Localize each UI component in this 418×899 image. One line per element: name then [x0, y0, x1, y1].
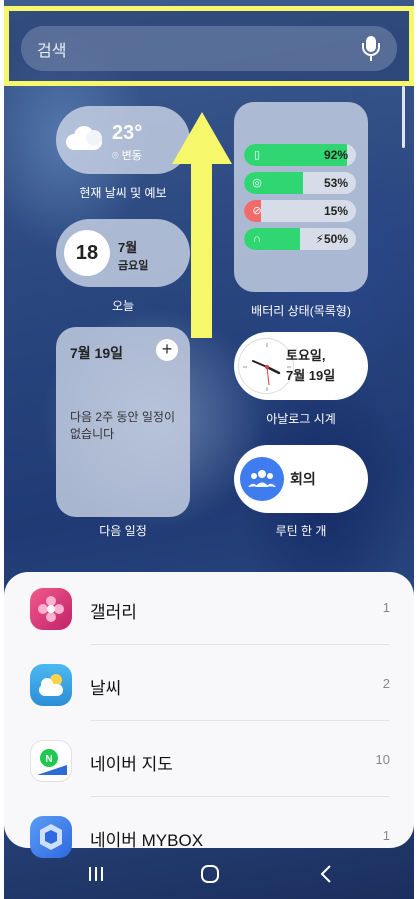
- location-pin-icon: ⌾: [112, 150, 119, 162]
- today-caption: 오늘: [111, 299, 135, 313]
- battery-caption: 배터리 상태(목록형): [251, 304, 351, 318]
- clock-date: 토요일, 7월 19일: [286, 348, 336, 383]
- naver-map-icon: N: [30, 740, 72, 782]
- home-screen: 검색 23° ⌾ 변동 현재 날씨 및 예보 18 7월 금요일 오늘 7월 1…: [4, 0, 414, 899]
- app-name: 날씨: [90, 679, 122, 698]
- app-results-sheet: 갤러리 1 날씨 2 N 네이버 지도 10 네이버 MYBOX 1: [4, 572, 414, 858]
- battery-row-earbuds: ∩ ⚡50%: [244, 228, 356, 250]
- weather-widget[interactable]: 23° ⌾ 변동: [56, 106, 190, 174]
- schedule-empty-text: 다음 2주 동안 일정이 없습니다: [70, 410, 175, 441]
- schedule-caption: 다음 일정: [99, 524, 147, 538]
- battery-pct: 92%: [323, 148, 348, 162]
- search-bar[interactable]: 검색: [21, 26, 397, 71]
- app-row-weather[interactable]: 날씨 2: [4, 648, 414, 724]
- app-name: 갤러리: [90, 603, 137, 622]
- battery-row-watch: ◎ 53%: [244, 172, 356, 194]
- routine-name: 회의: [290, 471, 316, 487]
- battery-pct: ⚡50%: [315, 232, 348, 246]
- battery-widget[interactable]: ▯ 92% ◎ 53% ⊘ 15% ∩ ⚡50%: [234, 102, 368, 292]
- clock-caption: 아날로그 시계: [266, 412, 336, 426]
- search-highlight: 검색: [4, 6, 414, 86]
- app-count: 1: [382, 600, 390, 615]
- weather-temp: 23°: [112, 122, 143, 144]
- swipe-up-arrow-icon: [172, 112, 232, 164]
- weather-caption: 현재 날씨 및 예보: [79, 186, 167, 200]
- back-button[interactable]: [306, 860, 346, 888]
- people-icon: [240, 457, 284, 501]
- weather-icon: [30, 664, 72, 706]
- battery-pct: 53%: [323, 176, 348, 190]
- routine-caption: 루틴 한 개: [275, 524, 327, 538]
- weather-location: ⌾ 변동: [112, 150, 142, 162]
- routine-widget[interactable]: 회의: [234, 445, 368, 513]
- earbuds-icon: ∩: [253, 233, 261, 245]
- battery-row-phone: ▯ 92%: [244, 144, 356, 166]
- divider: [90, 796, 390, 797]
- app-count: 10: [375, 752, 390, 767]
- battery-pct: 15%: [323, 204, 348, 218]
- app-count: 1: [382, 828, 390, 843]
- scrollbar[interactable]: [402, 86, 405, 148]
- divider: [90, 644, 390, 645]
- today-month: 7월: [118, 240, 138, 255]
- pen-icon: ⊘: [252, 205, 262, 217]
- home-button[interactable]: [190, 860, 230, 888]
- phone-icon: ▯: [253, 149, 261, 161]
- divider: [90, 720, 390, 721]
- svg-text:N: N: [45, 754, 52, 765]
- app-name: 네이버 지도: [90, 755, 173, 774]
- app-count: 2: [382, 676, 390, 691]
- watch-icon: ◎: [252, 177, 262, 189]
- gallery-icon: [30, 588, 72, 630]
- schedule-widget[interactable]: 7월 19일 + 다음 2주 동안 일정이 없습니다: [56, 327, 190, 517]
- search-label: 검색: [37, 42, 67, 60]
- today-weekday: 금요일: [118, 260, 149, 272]
- battery-row-pen: ⊘ 15%: [244, 200, 356, 222]
- app-row-naver-map[interactable]: N 네이버 지도 10: [4, 724, 414, 800]
- swipe-up-arrow-shaft: [191, 158, 212, 338]
- today-day: 18: [64, 230, 110, 276]
- mic-icon[interactable]: [361, 35, 381, 62]
- navigation-bar: [4, 848, 414, 899]
- schedule-date: 7월 19일: [70, 345, 124, 361]
- app-row-gallery[interactable]: 갤러리 1: [4, 572, 414, 648]
- today-widget[interactable]: 18 7월 금요일: [56, 219, 190, 287]
- cloud-icon: [66, 124, 106, 152]
- recents-button[interactable]: [76, 860, 116, 888]
- clock-widget[interactable]: 토요일, 7월 19일: [234, 332, 368, 400]
- add-event-button[interactable]: +: [156, 339, 178, 361]
